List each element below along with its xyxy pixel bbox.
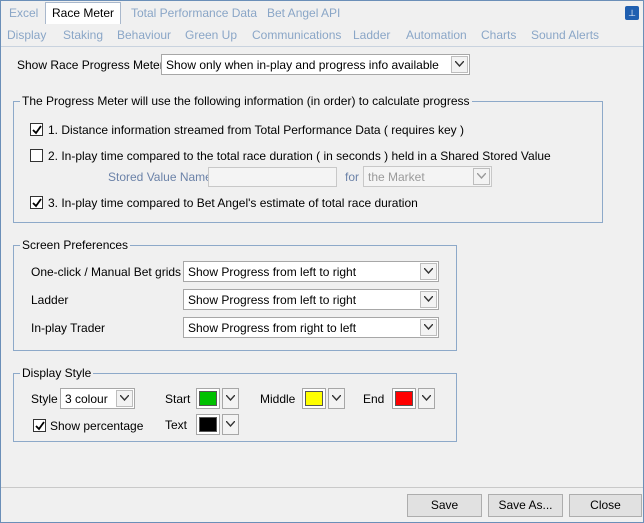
screen-preferences-title: Screen Preferences <box>20 238 131 252</box>
ladder-label: Ladder <box>31 293 69 307</box>
distance-info-label: 1. Distance information streamed from To… <box>48 123 464 137</box>
tab-excel[interactable]: Excel <box>9 3 38 23</box>
chevron-down-icon[interactable] <box>420 263 437 280</box>
tab-green-up[interactable]: Green Up <box>185 25 237 45</box>
bet-grids-progress-select[interactable]: Show Progress from left to right <box>183 261 439 282</box>
show-meter-label: Show Race Progress Meter <box>17 58 164 72</box>
end-color-swatch[interactable] <box>392 388 416 409</box>
tab-behaviour[interactable]: Behaviour <box>117 25 171 45</box>
inplay-trader-progress-select[interactable]: Show Progress from right to left <box>183 317 439 338</box>
chevron-down-icon[interactable] <box>116 390 133 407</box>
start-color-label: Start <box>165 392 191 406</box>
tab-staking[interactable]: Staking <box>63 25 103 45</box>
text-color-swatch[interactable] <box>196 414 220 435</box>
tab-race-meter[interactable]: Race Meter <box>45 2 122 24</box>
tab-row-primary: Excel Race Meter Total Performance Data … <box>1 2 643 24</box>
chevron-down-icon[interactable] <box>418 388 435 409</box>
estimate-duration-label: 3. In-play time compared to Bet Angel's … <box>48 196 418 210</box>
for-market-select[interactable]: the Market <box>363 166 492 187</box>
tab-total-performance-data[interactable]: Total Performance Data <box>131 3 257 23</box>
tab-row-secondary: Display Staking Behaviour Green Up Commu… <box>1 25 643 45</box>
show-meter-select[interactable]: Show only when in-play and progress info… <box>161 54 470 75</box>
tab-communications[interactable]: Communications <box>252 25 341 45</box>
chevron-down-icon[interactable] <box>328 388 345 409</box>
show-percentage-label: Show percentage <box>50 419 144 433</box>
chevron-down-icon[interactable] <box>451 56 468 73</box>
progress-group-title: The Progress Meter will use the followin… <box>20 94 472 108</box>
show-percentage-checkbox[interactable] <box>33 419 46 432</box>
stored-value-name-label: Stored Value Name <box>108 170 212 184</box>
ladder-progress-select[interactable]: Show Progress from left to right <box>183 289 439 310</box>
chevron-down-icon[interactable] <box>420 319 437 336</box>
tab-sound-alerts[interactable]: Sound Alerts <box>531 25 599 45</box>
style-label: Style <box>31 392 58 406</box>
text-color-label: Text <box>165 418 188 432</box>
distance-info-checkbox[interactable] <box>30 123 43 136</box>
tab-display[interactable]: Display <box>7 25 46 45</box>
chevron-down-icon[interactable] <box>222 414 239 435</box>
for-label: for <box>345 170 360 184</box>
display-style-title: Display Style <box>20 366 94 380</box>
shared-stored-value-label: 2. In-play time compared to the total ra… <box>48 149 551 163</box>
style-select[interactable]: 3 colour <box>60 388 135 409</box>
pin-icon[interactable]: ⊥ <box>625 6 639 20</box>
tab-automation[interactable]: Automation <box>406 25 467 45</box>
end-color-label: End <box>363 392 385 406</box>
estimate-duration-checkbox[interactable] <box>30 196 43 209</box>
button-bar-divider <box>1 487 643 488</box>
tab-bet-angel-api[interactable]: Bet Angel API <box>267 3 340 23</box>
close-button[interactable]: Close <box>569 494 642 517</box>
save-as-button[interactable]: Save As... <box>488 494 563 517</box>
tab-charts[interactable]: Charts <box>481 25 516 45</box>
tab-divider <box>1 46 643 47</box>
bet-grids-label: One-click / Manual Bet grids <box>31 265 182 279</box>
chevron-down-icon[interactable] <box>222 388 239 409</box>
shared-stored-value-checkbox[interactable] <box>30 149 43 162</box>
middle-color-label: Middle <box>260 392 296 406</box>
settings-window: Excel Race Meter Total Performance Data … <box>0 0 644 523</box>
middle-color-swatch[interactable] <box>302 388 326 409</box>
start-color-swatch[interactable] <box>196 388 220 409</box>
stored-value-name-input[interactable] <box>208 167 337 187</box>
tab-ladder[interactable]: Ladder <box>353 25 390 45</box>
chevron-down-icon[interactable] <box>420 291 437 308</box>
chevron-down-icon[interactable] <box>473 168 490 185</box>
save-button[interactable]: Save <box>407 494 482 517</box>
inplay-trader-label: In-play Trader <box>31 321 106 335</box>
